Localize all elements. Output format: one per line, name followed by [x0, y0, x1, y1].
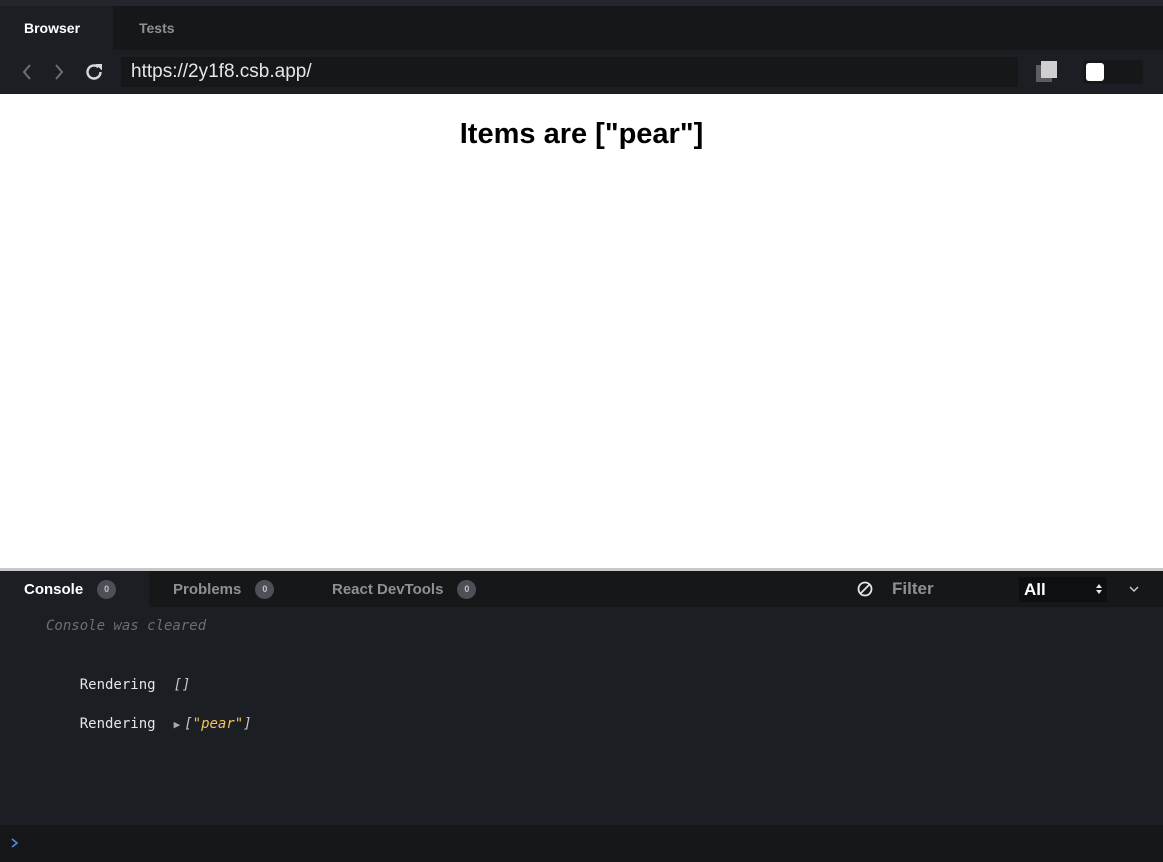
log-label: Rendering [79, 716, 156, 732]
prompt-chevron-icon [11, 838, 19, 848]
tab-react-devtools[interactable]: React DevTools 0 [332, 571, 477, 607]
log-value: [] [173, 677, 191, 693]
copy-icon [1036, 61, 1057, 82]
console-log-row: Rendering [] [46, 655, 191, 693]
browser-preview: Items are ["pear"] [0, 94, 1163, 568]
back-arrow-icon [22, 64, 31, 80]
toggle-knob [1086, 63, 1104, 81]
tab-problems[interactable]: Problems 0 [173, 571, 275, 607]
collapse-console-button[interactable] [1127, 582, 1141, 596]
expand-arrow-icon[interactable]: ▶ [174, 718, 181, 731]
tab-problems-label: Problems [173, 580, 242, 598]
reload-button[interactable] [83, 61, 105, 83]
forward-button[interactable] [48, 61, 70, 83]
tab-console[interactable]: Console 0 [0, 571, 149, 607]
tab-console-label: Console [24, 580, 84, 598]
console-input-bar[interactable] [0, 825, 1163, 862]
tab-tests[interactable]: Tests [113, 6, 199, 50]
address-bar [0, 50, 1163, 94]
console-output: Console was cleared Rendering [] Renderin… [0, 607, 1163, 825]
log-level-value: All [1024, 579, 1046, 599]
log-label: Rendering [79, 677, 156, 693]
log-level-select[interactable]: All [1019, 577, 1107, 602]
console-count-badge: 0 [97, 579, 117, 599]
array-string-item: "pear" [192, 716, 244, 732]
console-log-row: Rendering ▶ ["pear"] [46, 694, 252, 732]
log-array-value[interactable]: ["pear"] [184, 716, 251, 732]
chevron-down-icon [1129, 586, 1139, 593]
url-input[interactable] [121, 57, 1018, 87]
preview-tab-bar: Browser Tests [0, 6, 1163, 50]
console-tab-bar: Console 0 Problems 0 React DevTools 0 Al… [0, 571, 1163, 607]
select-arrows-icon [1096, 584, 1102, 594]
reload-icon [86, 64, 102, 80]
filter-input[interactable] [884, 576, 1020, 602]
problems-count-badge: 0 [255, 579, 275, 599]
forward-arrow-icon [55, 64, 64, 80]
open-in-new-window-button[interactable] [1034, 59, 1060, 85]
clear-icon [857, 581, 873, 597]
react-devtools-count-badge: 0 [457, 579, 477, 599]
array-open-bracket: [ [184, 716, 193, 732]
back-button[interactable] [16, 61, 38, 83]
tab-browser[interactable]: Browser [0, 6, 113, 50]
array-close-bracket: ] [243, 716, 252, 732]
preview-heading: Items are ["pear"] [459, 118, 704, 150]
tab-react-devtools-label: React DevTools [332, 580, 444, 598]
toggle-switch[interactable] [1083, 60, 1143, 84]
console-cleared-message: Console was cleared [46, 618, 207, 634]
clear-console-button[interactable] [856, 580, 874, 598]
